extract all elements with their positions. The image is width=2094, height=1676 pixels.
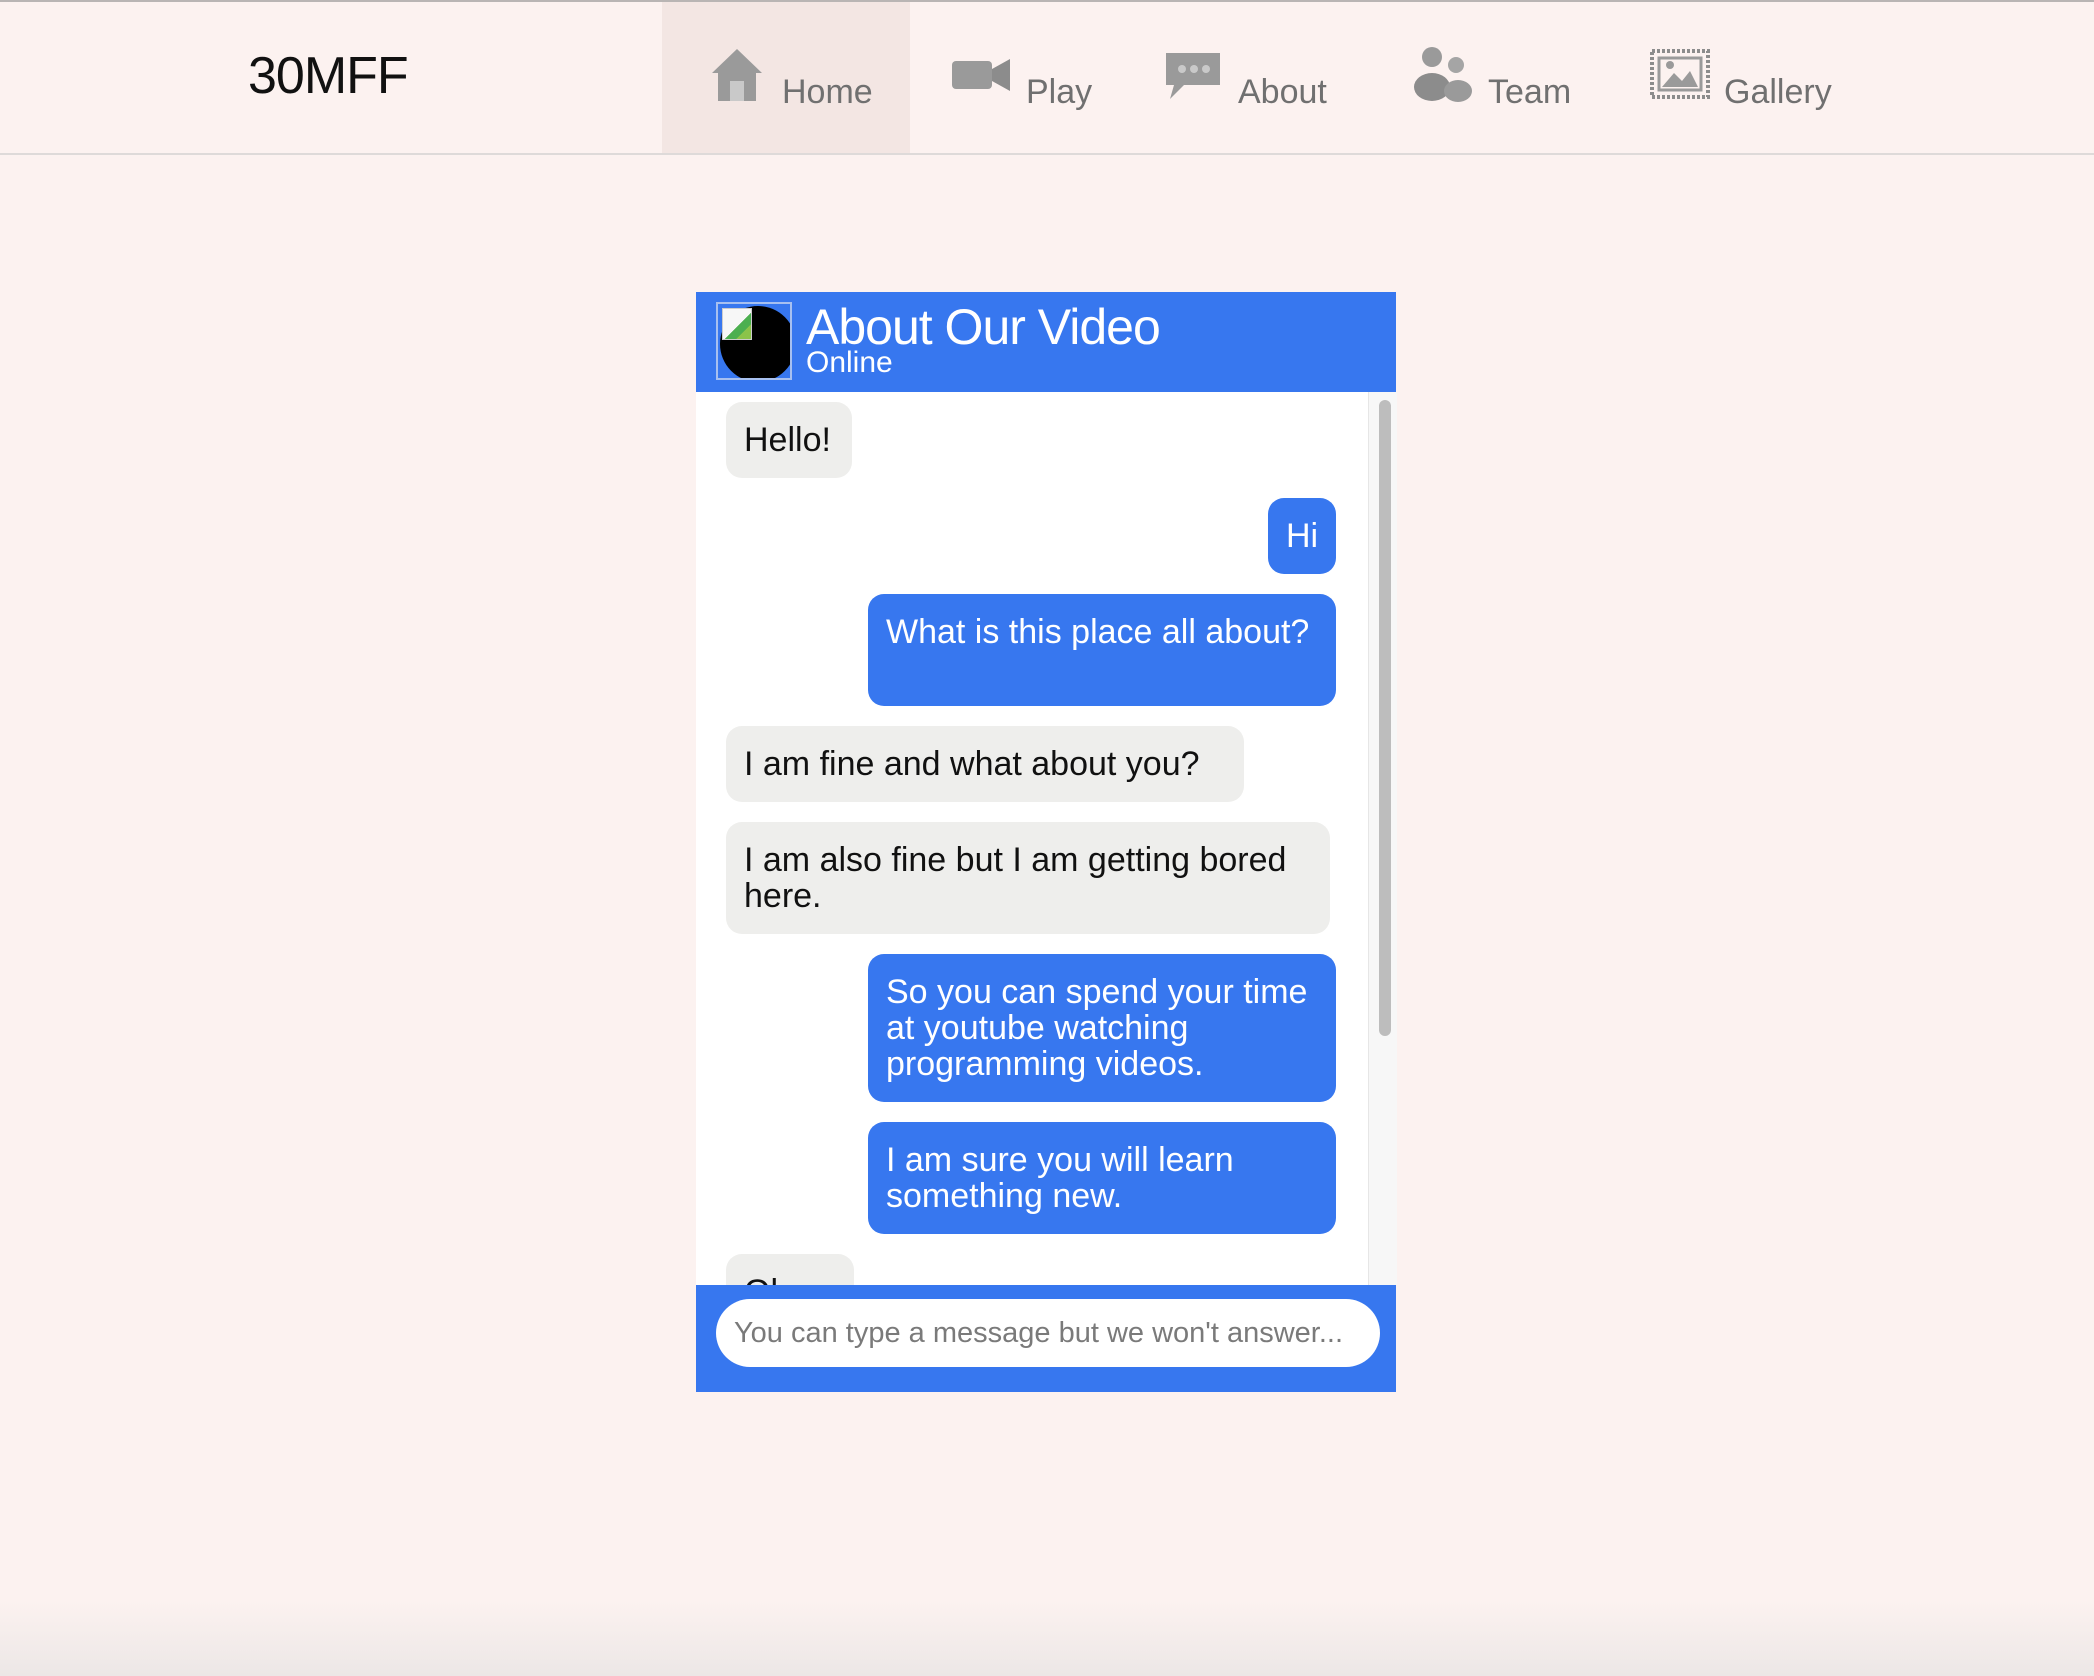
message-outgoing: What is this place all about? <box>868 594 1336 706</box>
chat-header: About Our Video Online <box>696 292 1396 392</box>
nav-label-gallery: Gallery <box>1724 73 1832 111</box>
home-icon <box>706 43 768 105</box>
chat-window: About Our Video Online Hello! Hi What is… <box>696 292 1397 1392</box>
scrollbar[interactable] <box>1368 392 1397 1285</box>
message-incoming: Ok Sure <box>726 1254 854 1285</box>
speech-bubble-icon <box>1162 43 1224 105</box>
message-outgoing: I am sure you will learn something new. <box>868 1122 1336 1234</box>
avatar <box>716 302 792 380</box>
message-outgoing: So you can spend your time at youtube wa… <box>868 954 1336 1102</box>
chat-status: Online <box>806 346 893 379</box>
nav-label-play: Play <box>1026 73 1093 111</box>
team-icon <box>1412 43 1474 105</box>
message-incoming: I am also fine but I am getting bored he… <box>726 822 1330 934</box>
nav-label-team: Team <box>1488 73 1572 111</box>
message-incoming: I am fine and what about you? <box>726 726 1244 802</box>
broken-image-icon <box>722 308 752 340</box>
nav-label-home: Home <box>782 73 873 111</box>
message-incoming: Hello! <box>726 402 852 478</box>
nav-item-team[interactable]: Team <box>1412 2 1571 153</box>
message-list[interactable]: Hello! Hi What is this place all about? … <box>696 392 1368 1285</box>
nav-item-play[interactable]: Play <box>950 2 1092 153</box>
message-input[interactable] <box>716 1299 1380 1367</box>
message-composer <box>696 1285 1396 1392</box>
message-outgoing: Hi <box>1268 498 1336 574</box>
image-icon <box>1648 43 1710 105</box>
top-navbar: 30MFF Home Play About Team Gallery <box>0 2 2094 155</box>
video-camera-icon <box>950 43 1012 105</box>
scrollbar-thumb[interactable] <box>1379 400 1391 1036</box>
nav-label-about: About <box>1238 73 1327 111</box>
bottom-shade <box>0 1600 2094 1676</box>
nav-item-about[interactable]: About <box>1162 2 1327 153</box>
nav-item-home[interactable]: Home <box>662 2 910 153</box>
nav-item-gallery[interactable]: Gallery <box>1648 2 1832 153</box>
brand-logo[interactable]: 30MFF <box>248 46 409 106</box>
